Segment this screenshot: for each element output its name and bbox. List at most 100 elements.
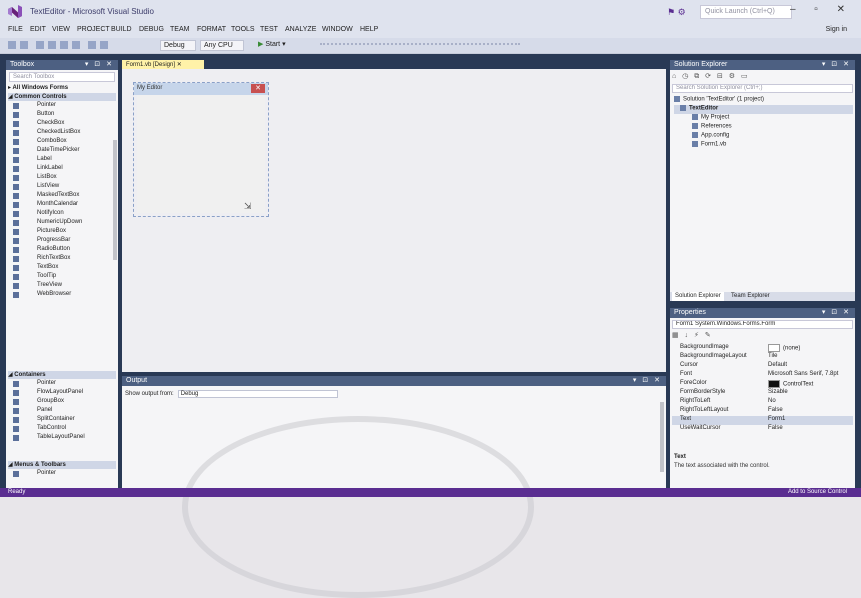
tab-team-explorer[interactable]: Team Explorer [728,292,773,301]
back-icon[interactable] [8,41,16,49]
group-common-controls[interactable]: ◢ Common Controls [8,93,116,101]
toolbox-item[interactable]: RichTextBox [9,255,114,264]
toolbox-item[interactable]: GroupBox [9,398,114,407]
window-controls[interactable]: – ▫ ✕ [790,4,853,15]
property-row[interactable]: RightToLeftLayout False [672,407,853,416]
tree-item-my-project[interactable]: My Project [692,114,729,123]
property-row-selected[interactable]: Text Form1 [672,416,853,425]
tree-item-app-config[interactable]: App.config [692,132,729,141]
menu-team[interactable]: TEAM [170,26,189,33]
toolbox-item[interactable]: SplitContainer [9,416,114,425]
form-caption-bar[interactable]: My Editor ✕ [134,83,268,95]
menu-tools[interactable]: TOOLS [231,26,255,33]
tree-item-project[interactable]: TextEditor [674,105,853,114]
notification-flag-icon[interactable]: ⚑ ⚙ [667,7,686,18]
toolbox-item[interactable]: ComboBox [9,138,114,147]
property-row[interactable]: Font Microsoft Sans Serif, 7.8pt [672,371,853,380]
toolbox-search-input[interactable]: Search Toolbox [9,72,115,82]
redo-icon[interactable] [100,41,108,49]
undo-icon[interactable] [88,41,96,49]
pin-icon[interactable]: ▾ ⊡ ✕ [822,308,851,316]
solution-search-input[interactable]: Search Solution Explorer (Ctrl+;) [672,84,853,93]
property-row[interactable]: RightToLeft No [672,398,853,407]
properties-toolbar[interactable]: ▦ ↓ ⚡ ✎ [672,331,713,339]
show-output-dropdown[interactable]: Debug [177,390,338,398]
platform-dropdown[interactable]: Any CPU [200,40,244,51]
open-file-icon[interactable] [48,41,56,49]
group-menus-toolbars[interactable]: ◢ Menus & Toolbars [8,461,116,469]
toolbox-item[interactable]: TableLayoutPanel [9,434,114,443]
toolbox-item[interactable]: ProgressBar [9,237,114,246]
toolbox-item[interactable]: DateTimePicker [9,147,114,156]
property-row[interactable]: FormBorderStyle Sizable [672,389,853,398]
source-control-button[interactable]: Add to Source Control [788,489,847,495]
pin-icon[interactable]: ▾ ⊡ ✕ [633,376,662,384]
configuration-dropdown[interactable]: Debug [160,40,196,51]
toolbox-item[interactable]: NotifyIcon [9,210,114,219]
tree-item-solution[interactable]: Solution 'TextEditor' (1 project) [674,96,853,105]
object-selector-dropdown[interactable]: Form1 System.Windows.Forms.Form [672,320,853,329]
toolbox-item[interactable]: TextBox [9,264,114,273]
toolbox-item[interactable]: PictureBox [9,228,114,237]
toolbox-item[interactable]: CheckBox [9,120,114,129]
toolbox-item[interactable]: TabControl [9,425,114,434]
toolbox-item[interactable]: Label [9,156,114,165]
property-row[interactable]: BackgroundImage (none) [672,344,853,353]
toolbox-scrollbar[interactable] [113,140,117,260]
menu-edit[interactable]: EDIT [30,26,46,33]
save-icon[interactable] [60,41,68,49]
toolbox-item[interactable]: Pointer [9,102,114,111]
menu-view[interactable]: VIEW [52,26,70,33]
toolbox-item[interactable]: ListView [9,183,114,192]
toolbox-panel: Toolbox ▾ ⊡ ✕ Search Toolbox ▸ All Windo… [6,60,118,488]
menu-help[interactable]: HELP [360,26,378,33]
menu-project[interactable]: PROJECT [77,26,110,33]
toolbox-item[interactable]: NumericUpDown [9,219,114,228]
menu-build[interactable]: BUILD [111,26,132,33]
toolbox-item[interactable]: FlowLayoutPanel [9,389,114,398]
toolbox-item[interactable]: MonthCalendar [9,201,114,210]
menu-format[interactable]: FORMAT [197,26,226,33]
save-all-icon[interactable] [72,41,80,49]
toolbox-item[interactable]: Pointer [9,380,114,389]
close-icon[interactable]: ✕ [251,84,265,93]
sign-in-link[interactable]: Sign in [826,26,847,33]
form-client-area[interactable] [137,95,265,213]
menu-window[interactable]: WINDOW [322,26,353,33]
toolbox-item[interactable]: ToolTip [9,273,114,282]
quick-launch-input[interactable]: Quick Launch (Ctrl+Q) [700,5,792,19]
tab-form1-design[interactable]: Form1.vb [Design] ✕ [122,60,204,69]
solution-explorer-toolbar[interactable]: ⌂ ◷ ⧉ ⟳ ⊟ ⚙ ▭ [672,72,853,82]
tree-item-references[interactable]: References [692,123,732,132]
group-all-windows-forms[interactable]: ▸ All Windows Forms [8,84,116,92]
toolbox-item[interactable]: CheckedListBox [9,129,114,138]
menu-test[interactable]: TEST [260,26,278,33]
start-button[interactable]: ▶ Start ▾ [258,40,286,48]
toolbox-item[interactable]: WebBrowser [9,291,114,300]
toolbox-item[interactable]: Pointer [9,470,114,479]
toolbox-item[interactable]: LinkLabel [9,165,114,174]
menu-file[interactable]: FILE [8,26,23,33]
toolbox-item[interactable]: Panel [9,407,114,416]
new-project-icon[interactable] [36,41,44,49]
pin-icon[interactable]: ▾ ⊡ ✕ [85,60,114,68]
menu-debug[interactable]: DEBUG [139,26,164,33]
property-row[interactable]: Cursor Default [672,362,853,371]
close-icon[interactable]: ✕ [177,62,182,68]
group-containers[interactable]: ◢ Containers [8,371,116,379]
forward-icon[interactable] [20,41,28,49]
toolbox-item[interactable]: MaskedTextBox [9,192,114,201]
toolbox-item[interactable]: ListBox [9,174,114,183]
property-row[interactable]: BackgroundImageLayout Tile [672,353,853,362]
toolbox-item[interactable]: TreeView [9,282,114,291]
tree-item-form1[interactable]: Form1.vb [692,141,726,150]
property-row[interactable]: UseWaitCursor False [672,425,853,434]
tab-solution-explorer[interactable]: Solution Explorer [672,292,724,301]
output-scrollbar[interactable] [660,402,664,472]
pin-icon[interactable]: ▾ ⊡ ✕ [822,60,851,68]
menu-analyze[interactable]: ANALYZE [285,26,316,33]
toolbox-item[interactable]: Button [9,111,114,120]
designer-form-window[interactable]: My Editor ✕ ⇲ [133,82,269,217]
property-row[interactable]: ForeColor ControlText [672,380,853,389]
toolbox-item[interactable]: RadioButton [9,246,114,255]
